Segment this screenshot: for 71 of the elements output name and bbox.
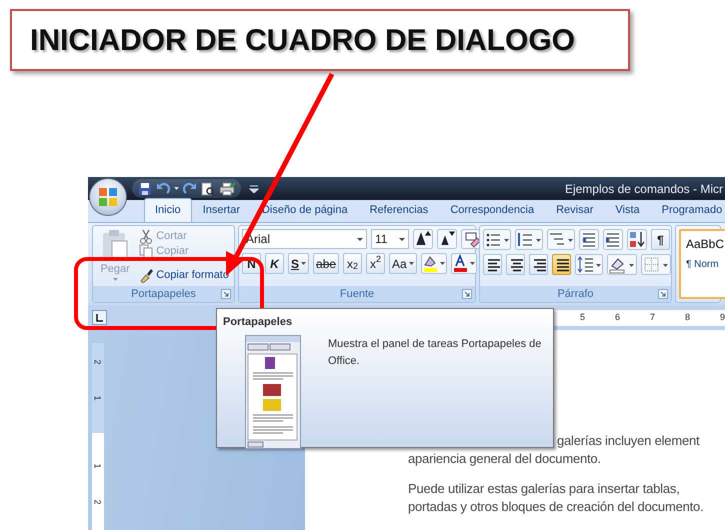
paintbrush-icon — [139, 268, 154, 283]
multilevel-list-icon[interactable] — [547, 229, 575, 250]
tooltip-title: Portapapeles — [223, 315, 294, 330]
dialog-launcher-icon[interactable] — [462, 289, 472, 299]
shading-icon[interactable] — [607, 254, 637, 275]
group-label: Párrafo — [557, 286, 594, 302]
decrease-indent-icon[interactable] — [579, 229, 599, 250]
window-title: Ejemplos de comandos - Micr — [564, 180, 724, 198]
show-formatting-button[interactable]: ¶ — [651, 229, 670, 250]
office-logo-icon — [98, 187, 118, 207]
ribbon-tab[interactable]: Referencias — [358, 198, 440, 222]
caret-icon — [112, 278, 118, 280]
numbered-list-icon[interactable] — [515, 229, 543, 250]
text-line: Puede utilizar estas galerías para insertar tablas, — [407, 480, 680, 498]
dialog-launcher-icon[interactable] — [221, 289, 231, 299]
ruler-number: 1 — [92, 396, 104, 400]
style-gallery-item[interactable]: AaBbC ¶ Norm — [679, 229, 725, 299]
ruler-number: 2 — [92, 360, 104, 364]
ruler-number: 5 — [578, 310, 586, 324]
line-spacing-icon[interactable] — [575, 254, 603, 275]
font-size-field[interactable]: 11 — [371, 229, 409, 249]
ruler-number: 1 — [92, 464, 104, 468]
caret-icon — [301, 262, 306, 265]
text-line: portadas y otros bloques de creación del documento. — [407, 498, 704, 516]
copy-icon — [139, 244, 154, 259]
text-line: apariencia general del documento. — [407, 450, 601, 468]
ribbon-tab[interactable]: Insertar — [192, 198, 251, 222]
shrink-font-icon[interactable] — [437, 229, 457, 249]
ribbon-tab[interactable]: Correspondencia — [439, 198, 546, 222]
align-center-button[interactable] — [506, 254, 525, 275]
format-button[interactable]: S — [288, 253, 310, 274]
tooltip-description: Muestra el panel de tareas Portapapeles de Office. — [328, 337, 542, 368]
font-color-icon[interactable] — [450, 253, 477, 274]
format-button[interactable]: abe — [313, 253, 340, 274]
group-label: Fuente — [340, 286, 374, 302]
text-line: galerías incluyen element — [556, 432, 700, 450]
align-left-button[interactable] — [483, 254, 502, 275]
customize-caret-icon[interactable] — [249, 184, 259, 192]
print-preview-icon[interactable] — [201, 182, 215, 196]
ribbon-tab[interactable]: Inicio — [144, 198, 192, 222]
format-button[interactable]: K — [265, 253, 284, 274]
align-right-button[interactable] — [529, 254, 548, 275]
grow-font-icon[interactable] — [413, 229, 433, 249]
ruler-number: 7 — [648, 310, 656, 324]
ruler-number: 8 — [684, 310, 691, 324]
dialog-launcher-icon[interactable] — [658, 289, 668, 299]
tab-selector-icon[interactable] — [92, 310, 107, 325]
format-button[interactable]: x$_{2}$ — [343, 253, 362, 274]
group-label: Portapapeles — [131, 286, 196, 302]
undo-icon[interactable] — [156, 182, 170, 196]
save-icon[interactable] — [138, 182, 152, 196]
bullet-list-icon[interactable] — [483, 229, 511, 250]
align-justify-button[interactable] — [552, 254, 571, 275]
ribbon-button[interactable]: Copiar formato — [137, 268, 231, 283]
callout-text: INICIADOR DE CUADRO DE DIALOGO — [30, 22, 576, 58]
format-button[interactable]: x$^{2}$ — [366, 253, 386, 274]
ruler-number: 2 — [92, 500, 104, 504]
redo-icon[interactable] — [183, 182, 197, 196]
caret-icon[interactable] — [174, 187, 179, 190]
ribbon-tab[interactable]: Revisar — [545, 198, 604, 222]
scissors-icon — [139, 229, 154, 244]
ruler-number: 9 — [718, 310, 725, 324]
ruler-number: 6 — [614, 310, 621, 324]
increase-indent-icon[interactable] — [603, 229, 623, 250]
ribbon-tab[interactable]: Vista — [604, 198, 651, 222]
ribbon-tab[interactable]: Programado — [650, 198, 725, 222]
highlight-icon[interactable] — [420, 253, 447, 274]
format-button[interactable]: Aa — [389, 253, 417, 274]
caret-icon — [408, 262, 414, 265]
sort-icon[interactable] — [627, 229, 647, 250]
print-icon[interactable] — [219, 182, 235, 196]
